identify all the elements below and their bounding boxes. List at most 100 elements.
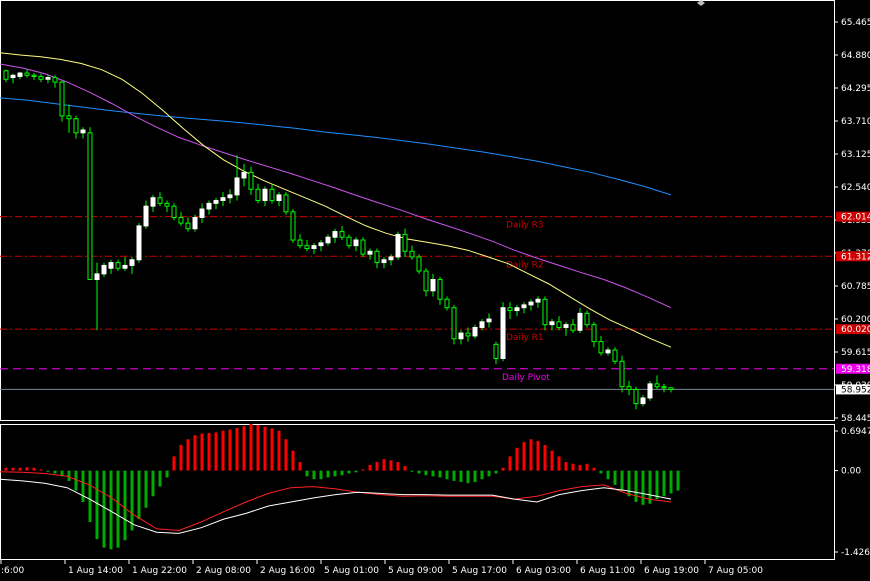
candle-body: [227, 194, 233, 199]
macd-histogram-bar: [361, 469, 365, 471]
chart-canvas[interactable]: Daily R3Daily R2Daily R1Daily Pivot 65.4…: [0, 0, 870, 581]
price-axis-label: 65.465: [841, 18, 870, 28]
macd-histogram-bar: [179, 444, 183, 471]
macd-histogram-bar: [627, 470, 631, 497]
candle-body: [423, 270, 429, 292]
candle-body: [668, 387, 674, 391]
macd-histogram-bar: [578, 464, 582, 471]
candle-body: [276, 194, 282, 202]
macd-histogram-bar: [396, 462, 400, 471]
macd-histogram-bar: [459, 470, 463, 483]
macd-histogram-bar: [18, 467, 22, 471]
macd-histogram-bar: [347, 470, 351, 474]
candle-body: [458, 332, 464, 340]
macd-histogram-bar: [452, 470, 456, 481]
macd-histogram-bar: [81, 470, 85, 502]
candle-body: [535, 298, 541, 303]
macd-histogram-bar: [291, 450, 295, 471]
price-tag-label: 60.020: [841, 325, 870, 335]
current-price-tag-label: 58.952: [841, 385, 870, 395]
macd-histogram-bar: [172, 456, 176, 471]
price-axis-label: 62.540: [841, 183, 870, 193]
macd-histogram-bar: [270, 428, 274, 471]
candle-body: [465, 332, 471, 337]
candle-body: [472, 326, 478, 337]
time-axis-label: 5 Aug 01:00: [324, 566, 379, 576]
macd-histogram-bar: [522, 442, 526, 471]
candle-body: [633, 389, 639, 405]
macd-axis-label: 0.69476: [841, 427, 870, 437]
ma-slow-line: [0, 97, 672, 196]
macd-histogram-bar: [144, 470, 148, 508]
candle-body: [563, 324, 569, 328]
price-axis-label: 64.880: [841, 51, 870, 61]
macd-histogram-bar: [319, 470, 323, 480]
candle-body: [262, 188, 268, 202]
macd-histogram-bar: [67, 470, 71, 481]
ma-mid-line: [0, 63, 672, 309]
macd-axis-label: -1.42695: [841, 548, 870, 558]
macd-histogram-bar: [305, 470, 309, 477]
candle-body: [38, 75, 44, 80]
macd-histogram-bar: [473, 470, 477, 483]
macd-histogram-bar: [39, 469, 43, 471]
macd-histogram-bar: [116, 470, 120, 548]
candles-layer: [3, 69, 674, 410]
candle-body: [143, 205, 149, 227]
macd-histogram-bar: [249, 423, 253, 471]
macd-histogram-bar: [123, 470, 127, 541]
candle-body: [598, 341, 604, 354]
price-axis-label: 58.445: [841, 414, 870, 424]
time-axis-label: 5 Aug 09:00: [388, 566, 443, 576]
candle-body: [87, 132, 93, 281]
macd-histogram-bar: [466, 470, 470, 484]
macd-layer: [0, 423, 680, 550]
macd-histogram-bar: [438, 470, 442, 478]
time-axis-label: 6 Aug 03:00: [516, 566, 571, 576]
candle-body: [101, 264, 107, 275]
macd-histogram-bar: [375, 462, 379, 471]
candle-body: [486, 318, 492, 323]
candle-body: [192, 216, 198, 230]
macd-histogram-bar: [102, 470, 106, 548]
candle-body: [234, 177, 240, 196]
macd-histogram-bar: [256, 424, 260, 471]
price-tag-label: 62.014: [841, 213, 870, 223]
candle-body: [339, 231, 345, 238]
candle-body: [157, 197, 163, 204]
candle-body: [31, 74, 37, 77]
macd-histogram-bar: [508, 456, 512, 471]
moving-averages-layer: [0, 52, 672, 348]
price-axis-label: 63.710: [841, 117, 870, 127]
candle-body: [297, 239, 303, 247]
candle-body: [17, 72, 23, 77]
trading-chart[interactable]: Daily R3 Daily R2 Daily R1 Daily Pivot 65.4…: [0, 0, 870, 581]
candle-body: [556, 321, 562, 328]
candle-body: [444, 298, 450, 309]
price-axis-label: 64.295: [841, 84, 870, 94]
candle-body: [507, 307, 513, 312]
candle-body: [360, 239, 366, 255]
time-axis-label: 2 Aug 16:00: [260, 566, 315, 576]
macd-histogram-bar: [571, 463, 575, 471]
candle-body: [115, 262, 121, 269]
candle-body: [388, 256, 394, 261]
candle-body: [94, 273, 100, 281]
candle-body: [500, 307, 506, 359]
candle-body: [654, 383, 660, 388]
pivot-level-label: Daily Pivot: [502, 373, 550, 383]
candle-body: [122, 264, 128, 269]
macd-histogram-bar: [354, 470, 358, 473]
time-axis-label: :6:00: [1, 566, 25, 576]
macd-histogram-bar: [417, 470, 421, 474]
macd-histogram-bar: [228, 429, 232, 471]
candle-body: [129, 259, 135, 266]
macd-histogram-bar: [312, 470, 316, 480]
candle-body: [325, 236, 331, 244]
time-axis-label: 2 Aug 08:00: [196, 566, 251, 576]
macd-histogram-bar: [46, 470, 50, 472]
candle-body: [164, 202, 170, 207]
macd-histogram-bar: [585, 463, 589, 471]
macd-histogram-bar: [529, 439, 533, 471]
macd-histogram-bar: [277, 430, 281, 471]
